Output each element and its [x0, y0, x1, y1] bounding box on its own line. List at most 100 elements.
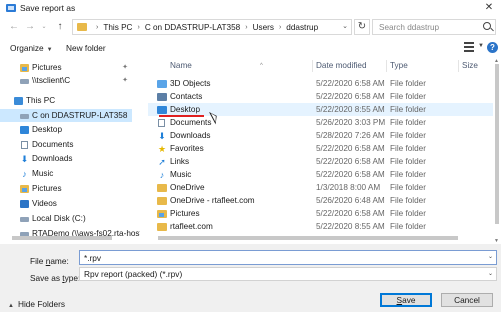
- address-row: ← → ⌄ ↑ › This PC › C on DDASTRUP-LAT358…: [0, 16, 501, 38]
- search-icon: [483, 22, 491, 30]
- chevron-down-icon[interactable]: ⌄: [488, 270, 493, 277]
- links-icon: ➚: [158, 156, 166, 167]
- nav-item-c-drive[interactable]: C on DDASTRUP-LAT358: [0, 109, 132, 122]
- hide-folders-button[interactable]: ▲ Hide Folders: [8, 299, 65, 309]
- nav-item-tsclient[interactable]: \\tsclient\C ✦: [0, 74, 132, 87]
- nav-item-videos[interactable]: Videos: [0, 197, 132, 210]
- up-arrow-icon[interactable]: ↑: [54, 21, 66, 33]
- documents-icon: [21, 141, 28, 149]
- pin-icon[interactable]: ✦: [122, 61, 128, 74]
- music-icon: ♪: [159, 169, 165, 180]
- cancel-button[interactable]: Cancel: [441, 293, 493, 307]
- chevron-up-icon: ▲: [8, 303, 14, 309]
- file-row-downloads[interactable]: ⬇ Downloads 5/28/2020 7:26 AM File folde…: [148, 129, 493, 142]
- file-row-favorites[interactable]: ★ Favorites 5/22/2020 6:58 AM File folde…: [148, 142, 493, 155]
- nav-item-this-pc[interactable]: This PC: [0, 94, 132, 107]
- save-button[interactable]: Save: [380, 293, 432, 307]
- file-name-input[interactable]: *.rpv ⌄: [79, 250, 497, 265]
- breadcrumb-this-pc[interactable]: This PC: [103, 23, 132, 32]
- file-row-rtafleet[interactable]: rtafleet.com 5/22/2020 8:55 AM File fold…: [148, 220, 493, 233]
- file-name-value: *.rpv: [84, 253, 102, 263]
- column-divider[interactable]: [386, 60, 387, 72]
- new-folder-button[interactable]: New folder: [66, 43, 106, 53]
- column-header-type[interactable]: Type: [390, 60, 408, 74]
- contacts-icon: [157, 92, 167, 101]
- favorites-icon: ★: [157, 143, 167, 154]
- organize-label: Organize: [10, 43, 44, 53]
- nav-item-music[interactable]: ♪ Music: [0, 167, 132, 180]
- chevron-right-icon[interactable]: ›: [137, 24, 139, 31]
- file-row-3d-objects[interactable]: 3D Objects 5/22/2020 6:58 AM File folder: [148, 77, 493, 90]
- file-row-onedrive[interactable]: OneDrive 1/3/2018 8:00 AM File folder: [148, 181, 493, 194]
- refresh-icon[interactable]: ↻: [354, 19, 370, 35]
- desktop-icon: [157, 105, 167, 114]
- network-drive-icon: [20, 79, 29, 84]
- column-divider[interactable]: [312, 60, 313, 72]
- view-options-chevron-icon[interactable]: ▼: [478, 43, 484, 49]
- file-row-onedrive-rtafleet[interactable]: OneDrive - rtafleet.com 5/26/2020 6:48 A…: [148, 194, 493, 207]
- organize-button[interactable]: Organize ▼: [10, 43, 53, 53]
- folder-icon: [157, 222, 167, 231]
- pin-icon[interactable]: ✦: [122, 74, 128, 87]
- folder-icon: [157, 183, 167, 192]
- navigation-pane[interactable]: Pictures ✦ \\tsclient\C ✦ This PC C on D…: [0, 58, 140, 244]
- view-options-icon[interactable]: [464, 42, 476, 53]
- chevron-right-icon[interactable]: ›: [96, 24, 98, 31]
- file-list[interactable]: Name ^ Date modified Type Size 3D Object…: [148, 58, 493, 244]
- nav-item-pictures-quick[interactable]: Pictures ✦: [0, 61, 132, 74]
- horizontal-scrollbar[interactable]: [148, 234, 493, 242]
- save-as-type-select[interactable]: Rpv report (packed) (*.rpv) ⌄: [79, 267, 497, 281]
- folder-icon: [157, 196, 167, 205]
- red-underline-annotation: [159, 115, 204, 117]
- help-icon[interactable]: ?: [487, 42, 498, 53]
- recent-locations-chevron-icon[interactable]: ⌄: [38, 21, 50, 33]
- address-dropdown-icon[interactable]: ⌄: [340, 21, 350, 33]
- pictures-icon: [20, 185, 29, 193]
- nav-item-documents[interactable]: Documents: [0, 138, 132, 151]
- folder-icon: [77, 23, 87, 31]
- chevron-down-icon: ▼: [46, 47, 53, 53]
- nav-item-desktop[interactable]: Desktop: [0, 123, 132, 136]
- file-row-music[interactable]: ♪ Music 5/22/2020 6:58 AM File folder: [148, 168, 493, 181]
- desktop-icon: [20, 126, 29, 134]
- nav-horizontal-scrollbar[interactable]: [4, 234, 132, 242]
- sort-caret-icon: ^: [260, 63, 263, 69]
- chevron-right-icon[interactable]: ›: [245, 24, 247, 31]
- save-options-panel: File name: *.rpv ⌄ Save as type: Rpv rep…: [0, 244, 501, 312]
- nav-item-local-disk[interactable]: Local Disk (C:): [0, 212, 132, 225]
- drive-icon: [20, 217, 29, 222]
- breadcrumb-c-drive[interactable]: C on DDASTRUP-LAT358: [145, 23, 240, 32]
- downloads-icon: ⬇: [158, 130, 166, 141]
- column-header-size[interactable]: Size: [462, 60, 478, 74]
- search-input[interactable]: Search ddastrup: [372, 19, 496, 35]
- save-as-type-value: Rpv report (packed) (*.rpv): [84, 269, 183, 279]
- column-divider[interactable]: [458, 60, 459, 72]
- command-bar: Organize ▼ New folder ▼ ?: [0, 38, 501, 58]
- pictures-icon: [157, 209, 167, 218]
- chevron-down-icon[interactable]: ⌄: [488, 253, 493, 260]
- column-header-date[interactable]: Date modified: [316, 60, 367, 74]
- vertical-scrollbar[interactable]: ▲ ▼: [493, 58, 501, 244]
- scrollbar-thumb[interactable]: [158, 236, 458, 240]
- 3d-objects-icon: [157, 79, 167, 88]
- title-bar: Save report as ✕: [0, 0, 501, 16]
- nav-item-pictures[interactable]: Pictures: [0, 182, 132, 195]
- videos-icon: [20, 200, 29, 208]
- breadcrumb-users[interactable]: Users: [253, 23, 274, 32]
- computer-icon: [14, 97, 23, 105]
- file-row-pictures[interactable]: Pictures 5/22/2020 6:58 AM File folder: [148, 207, 493, 220]
- scrollbar-thumb[interactable]: [495, 64, 499, 224]
- file-row-documents[interactable]: Documents 5/26/2020 3:03 PM File folder: [148, 116, 493, 129]
- column-header-name[interactable]: Name ^: [170, 60, 263, 74]
- drive-icon: [20, 114, 29, 119]
- file-row-contacts[interactable]: Contacts 5/22/2020 6:58 AM File folder: [148, 90, 493, 103]
- forward-arrow-icon[interactable]: →: [24, 21, 36, 33]
- breadcrumb-ddastrup[interactable]: ddastrup: [286, 23, 318, 32]
- chevron-right-icon[interactable]: ›: [279, 24, 281, 31]
- pictures-icon: [20, 64, 29, 72]
- close-icon[interactable]: ✕: [477, 0, 501, 16]
- back-arrow-icon[interactable]: ←: [8, 21, 20, 33]
- nav-item-downloads[interactable]: ⬇ Downloads: [0, 152, 132, 165]
- address-bar[interactable]: › This PC › C on DDASTRUP-LAT358 › Users…: [72, 19, 352, 35]
- file-row-links[interactable]: ➚ Links 5/22/2020 6:58 AM File folder: [148, 155, 493, 168]
